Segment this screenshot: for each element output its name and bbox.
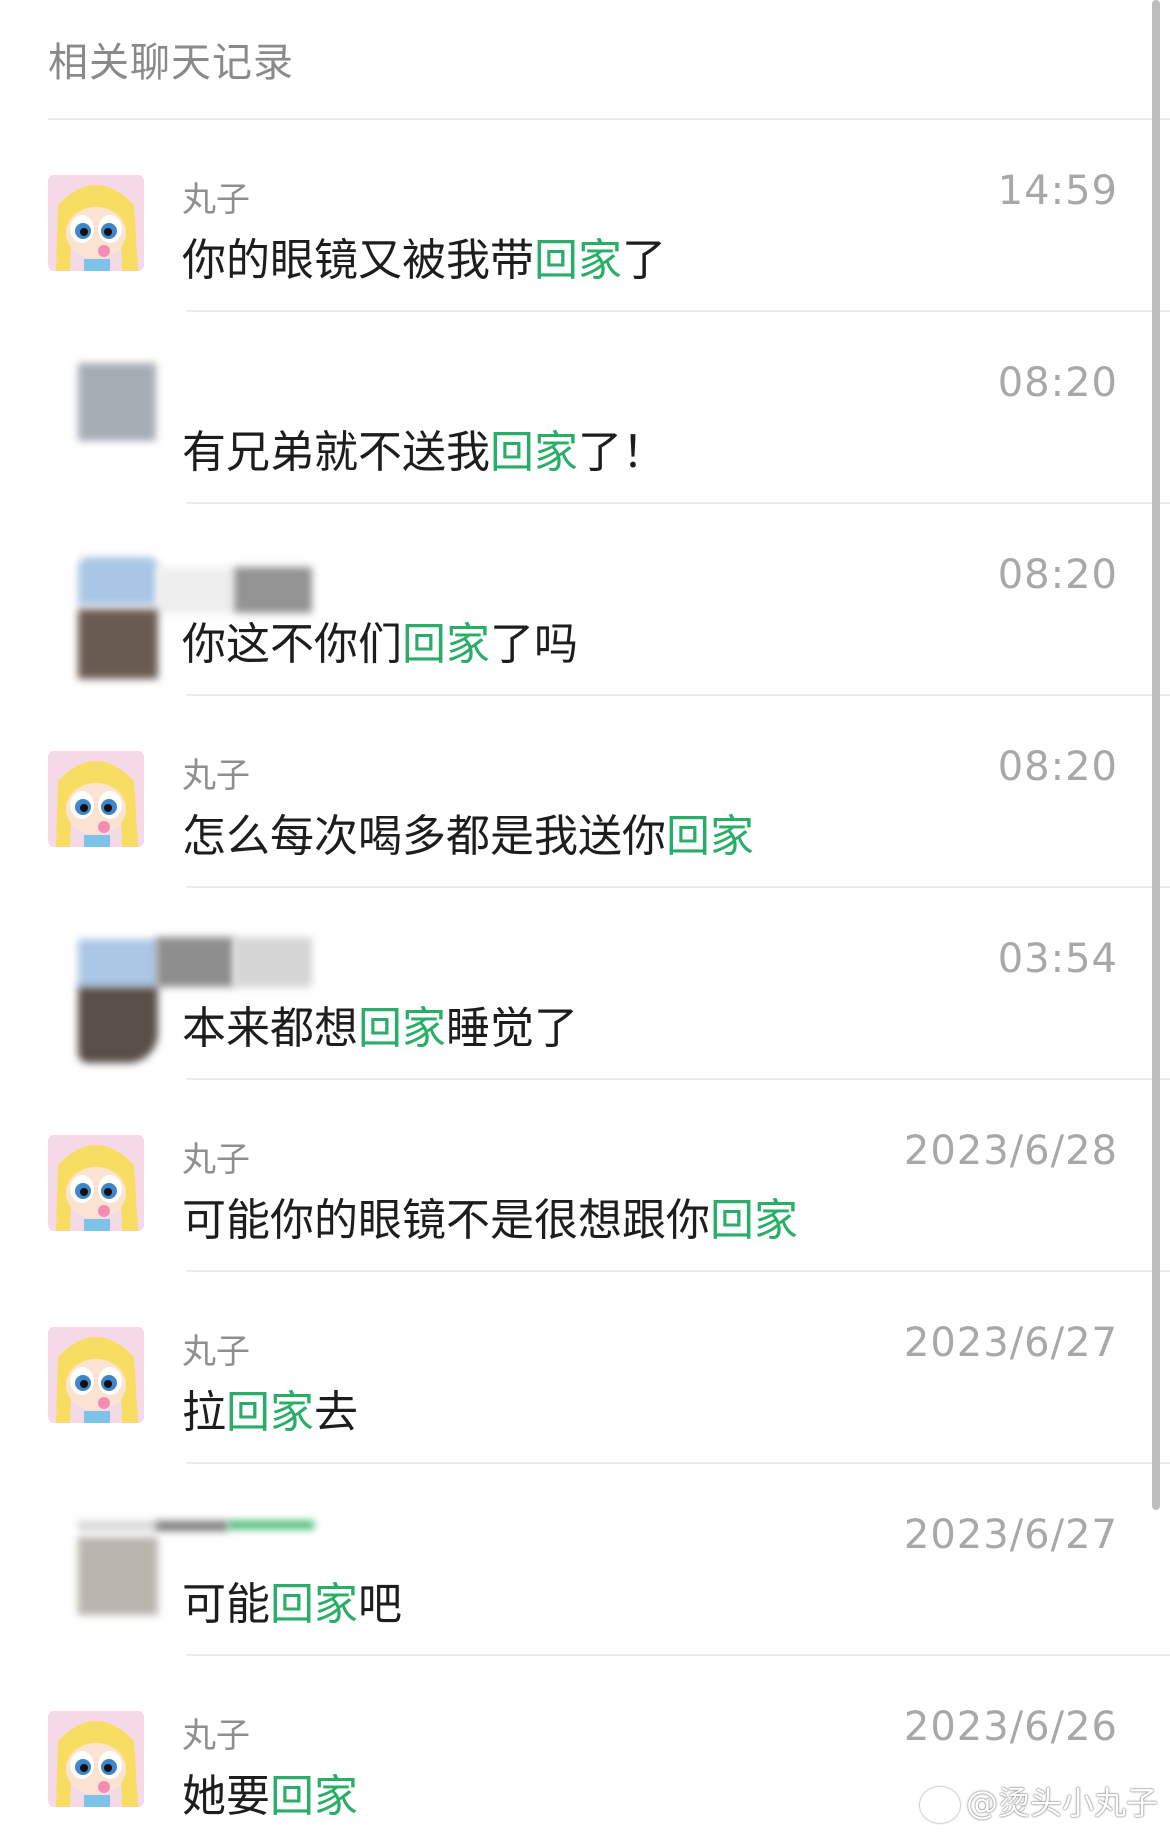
avatar[interactable]	[48, 363, 156, 463]
message-text: 有兄弟就不送我回家了！	[182, 427, 666, 478]
avatar[interactable]	[48, 751, 144, 847]
list-item[interactable]: 03:54 本来都想回家睡觉了	[0, 888, 1170, 1080]
list-item[interactable]: 08:20 有兄弟就不送我回家了！	[0, 312, 1170, 504]
keyword-highlight: 回家	[358, 1003, 446, 1054]
watermark: @烫头小丸子	[919, 1778, 1158, 1824]
keyword-highlight: 回家	[490, 427, 578, 478]
list-item[interactable]: 丸子 2023/6/28 可能你的眼镜不是很想跟你回家	[0, 1080, 1170, 1272]
message-text: 拉回家去	[182, 1387, 358, 1438]
message-time: 14:59	[997, 168, 1118, 214]
weibo-icon	[919, 1787, 960, 1823]
message-time: 2023/6/27	[903, 1320, 1118, 1366]
message-text: 你的眼镜又被我带回家了	[182, 235, 666, 286]
sender-name: 丸子	[182, 1140, 250, 1180]
list-item[interactable]: 丸子 14:59 你的眼镜又被我带回家了	[0, 120, 1170, 312]
message-time: 08:20	[997, 552, 1118, 598]
keyword-highlight: 回家	[270, 1579, 358, 1630]
avatar[interactable]	[48, 1711, 144, 1807]
message-text: 怎么每次喝多都是我送你回家	[182, 811, 754, 862]
avatar[interactable]	[48, 557, 312, 679]
message-time: 08:20	[997, 744, 1118, 790]
message-text: 可能你的眼镜不是很想跟你回家	[182, 1195, 798, 1246]
message-time: 03:54	[997, 936, 1118, 982]
sender-name: 丸子	[182, 1716, 250, 1756]
search-results-list: 丸子 14:59 你的眼镜又被我带回家了 08:20 有兄弟就不送我回家了！ 0…	[0, 120, 1170, 1848]
keyword-highlight: 回家	[534, 235, 622, 286]
message-time: 2023/6/26	[903, 1704, 1118, 1750]
sender-name: 丸子	[182, 1332, 250, 1372]
page-title: 相关聊天记录	[48, 40, 294, 86]
message-text: 本来都想回家睡觉了	[182, 1003, 578, 1054]
avatar[interactable]	[48, 1135, 144, 1231]
list-item[interactable]: 08:20 你这不你们回家了吗	[0, 504, 1170, 696]
list-item[interactable]: 丸子 08:20 怎么每次喝多都是我送你回家	[0, 696, 1170, 888]
keyword-highlight: 回家	[402, 619, 490, 670]
scrollbar[interactable]	[1152, 0, 1160, 1510]
message-time: 08:20	[997, 360, 1118, 406]
sender-name: 丸子	[182, 180, 250, 220]
message-time: 2023/6/28	[903, 1128, 1118, 1174]
message-text: 可能回家吧	[182, 1579, 402, 1630]
keyword-highlight: 回家	[226, 1387, 314, 1438]
list-item[interactable]: 丸子 2023/6/27 拉回家去	[0, 1272, 1170, 1464]
message-text: 她要回家	[182, 1771, 358, 1822]
avatar[interactable]	[48, 1519, 314, 1615]
list-item[interactable]: 2023/6/27 可能回家吧	[0, 1464, 1170, 1656]
keyword-highlight: 回家	[710, 1195, 798, 1246]
avatar[interactable]	[48, 937, 312, 1063]
avatar[interactable]	[48, 175, 144, 271]
message-time: 2023/6/27	[903, 1512, 1118, 1558]
message-text: 你这不你们回家了吗	[182, 619, 578, 670]
avatar[interactable]	[48, 1327, 144, 1423]
keyword-highlight: 回家	[666, 811, 754, 862]
sender-name: 丸子	[182, 756, 250, 796]
keyword-highlight: 回家	[270, 1771, 358, 1822]
